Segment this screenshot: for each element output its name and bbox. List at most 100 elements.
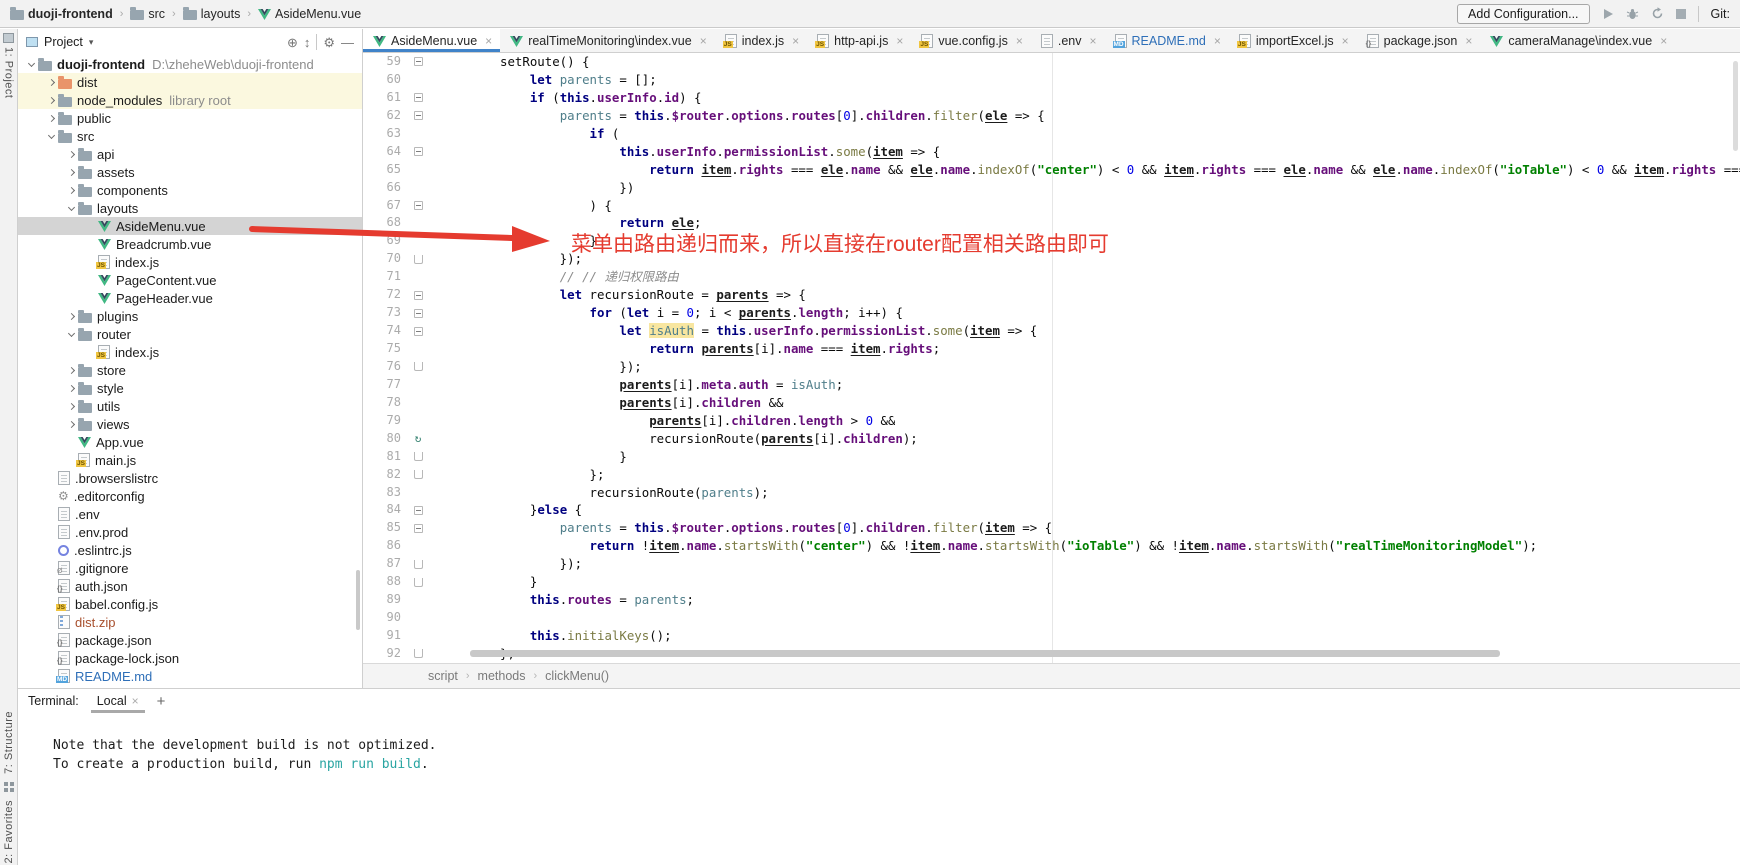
tree-item[interactable]: router xyxy=(18,325,362,343)
breadcrumb-item[interactable]: AsideMenu.vue xyxy=(258,7,361,21)
editor-tab[interactable]: AsideMenu.vue× xyxy=(363,29,500,52)
project-panel-title[interactable]: Project xyxy=(44,35,83,49)
tree-item[interactable]: .eslintrc.js xyxy=(18,541,362,559)
tree-item[interactable]: utils xyxy=(18,397,362,415)
editor-vscrollbar[interactable] xyxy=(1733,61,1738,151)
tree-expand-icon[interactable] xyxy=(44,80,58,85)
tree-item[interactable]: node_moduleslibrary root xyxy=(18,91,362,109)
fold-icon[interactable] xyxy=(409,358,427,376)
tree-item[interactable]: .env xyxy=(18,505,362,523)
fold-icon[interactable] xyxy=(409,501,427,519)
tree-expand-icon[interactable] xyxy=(44,98,58,103)
stop-icon[interactable] xyxy=(1676,9,1686,19)
breadcrumb-item[interactable]: layouts xyxy=(183,7,241,21)
tree-expand-icon[interactable] xyxy=(44,135,58,138)
tree-expand-icon[interactable] xyxy=(24,63,38,66)
breadcrumb-item[interactable]: src xyxy=(130,7,165,21)
fold-icon[interactable] xyxy=(409,143,427,161)
fold-icon[interactable] xyxy=(409,304,427,322)
tree-item[interactable]: Breadcrumb.vue xyxy=(18,235,362,253)
tree-item[interactable]: ⚙.editorconfig xyxy=(18,487,362,505)
tree-item[interactable]: src xyxy=(18,127,362,145)
locate-file-icon[interactable]: ⊕ xyxy=(287,36,298,49)
tree-item[interactable]: .env.prod xyxy=(18,523,362,541)
fold-icon[interactable] xyxy=(409,519,427,537)
editor-tab[interactable]: index.js× xyxy=(715,29,807,52)
run-icon[interactable] xyxy=(1602,8,1614,20)
tree-item[interactable]: package-lock.json xyxy=(18,649,362,667)
terminal-tab-local[interactable]: Local × xyxy=(93,689,143,713)
git-label[interactable]: Git: xyxy=(1711,7,1730,21)
tree-item[interactable]: main.js xyxy=(18,451,362,469)
tree-item[interactable]: auth.json xyxy=(18,577,362,595)
editor-tab[interactable]: realTimeMonitoring\index.vue× xyxy=(500,29,715,52)
editor-breadcrumb-item[interactable]: script xyxy=(428,669,458,683)
close-icon[interactable]: × xyxy=(1660,34,1667,48)
close-icon[interactable]: × xyxy=(132,694,139,708)
close-icon[interactable]: × xyxy=(1016,34,1023,48)
fold-icon[interactable] xyxy=(409,645,427,663)
editor-tab[interactable]: cameraManage\index.vue× xyxy=(1480,29,1675,52)
editor-tab[interactable]: package.json× xyxy=(1357,29,1481,52)
fold-icon[interactable] xyxy=(409,573,427,591)
tree-item[interactable]: dist xyxy=(18,73,362,91)
gear-icon[interactable]: ⚙ xyxy=(323,36,335,49)
add-configuration-button[interactable]: Add Configuration... xyxy=(1457,4,1590,24)
tree-expand-icon[interactable] xyxy=(64,152,78,157)
tree-item[interactable]: components xyxy=(18,181,362,199)
editor-tab[interactable]: README.md× xyxy=(1105,29,1229,52)
fold-icon[interactable] xyxy=(409,107,427,125)
fold-icon[interactable] xyxy=(409,555,427,573)
tree-item[interactable]: README.md xyxy=(18,667,362,685)
tree-item[interactable]: index.js xyxy=(18,253,362,271)
tree-expand-icon[interactable] xyxy=(64,368,78,373)
editor-breadcrumb-item[interactable]: clickMenu() xyxy=(545,669,609,683)
fold-icon[interactable] xyxy=(409,286,427,304)
tree-expand-icon[interactable] xyxy=(64,188,78,193)
tree-item[interactable]: PageHeader.vue xyxy=(18,289,362,307)
tree-item[interactable]: store xyxy=(18,361,362,379)
tree-expand-icon[interactable] xyxy=(64,314,78,319)
tree-expand-icon[interactable] xyxy=(64,170,78,175)
tree-item[interactable]: babel.config.js xyxy=(18,595,362,613)
tree-expand-icon[interactable] xyxy=(64,333,78,336)
editor-breadcrumb-item[interactable]: methods xyxy=(478,669,526,683)
tree-item[interactable]: .browserslistrc xyxy=(18,469,362,487)
fold-icon[interactable] xyxy=(409,250,427,268)
close-icon[interactable]: × xyxy=(700,34,707,48)
close-icon[interactable]: × xyxy=(896,34,903,48)
tree-item[interactable]: public xyxy=(18,109,362,127)
breadcrumb-item[interactable]: duoji-frontend xyxy=(10,7,113,21)
tree-item[interactable]: api xyxy=(18,145,362,163)
close-icon[interactable]: × xyxy=(1465,34,1472,48)
tree-item[interactable]: views xyxy=(18,415,362,433)
tree-item[interactable]: plugins xyxy=(18,307,362,325)
tree-item[interactable]: duoji-frontendD:\zheheWeb\duoji-frontend xyxy=(18,55,362,73)
tree-item[interactable]: package.json xyxy=(18,631,362,649)
tree-item[interactable]: AsideMenu.vue xyxy=(18,217,362,235)
rerun-coverage-icon[interactable] xyxy=(1651,7,1664,20)
structure-stripe-button[interactable]: 7: Structure xyxy=(3,711,15,774)
tree-expand-icon[interactable] xyxy=(64,207,78,210)
editor-tab[interactable]: vue.config.js× xyxy=(911,29,1031,52)
recursive-call-icon[interactable]: ↻ xyxy=(409,430,427,448)
editor-tab[interactable]: importExcel.js× xyxy=(1229,29,1357,52)
tree-item[interactable]: App.vue xyxy=(18,433,362,451)
close-icon[interactable]: × xyxy=(1214,34,1221,48)
tree-item[interactable]: PageContent.vue xyxy=(18,271,362,289)
editor-hscrollbar[interactable] xyxy=(470,650,1500,657)
project-stripe-button[interactable]: 1: Project xyxy=(3,29,15,98)
code-editor[interactable]: 59setRoute() {60 let parents = [];61 if … xyxy=(363,53,1740,663)
tree-item[interactable]: .gitignore xyxy=(18,559,362,577)
tree-expand-icon[interactable] xyxy=(64,422,78,427)
close-icon[interactable]: × xyxy=(792,34,799,48)
editor-tab[interactable]: http-api.js× xyxy=(807,29,911,52)
tree-scrollbar[interactable] xyxy=(356,570,360,630)
tree-item[interactable]: dist.zip xyxy=(18,613,362,631)
hide-panel-icon[interactable]: — xyxy=(341,36,354,49)
tree-item[interactable]: assets xyxy=(18,163,362,181)
editor-tab[interactable]: .env× xyxy=(1031,29,1105,52)
tree-expand-icon[interactable] xyxy=(64,404,78,409)
fold-icon[interactable] xyxy=(409,466,427,484)
terminal-output[interactable]: Note that the development build is not o… xyxy=(18,713,1740,774)
